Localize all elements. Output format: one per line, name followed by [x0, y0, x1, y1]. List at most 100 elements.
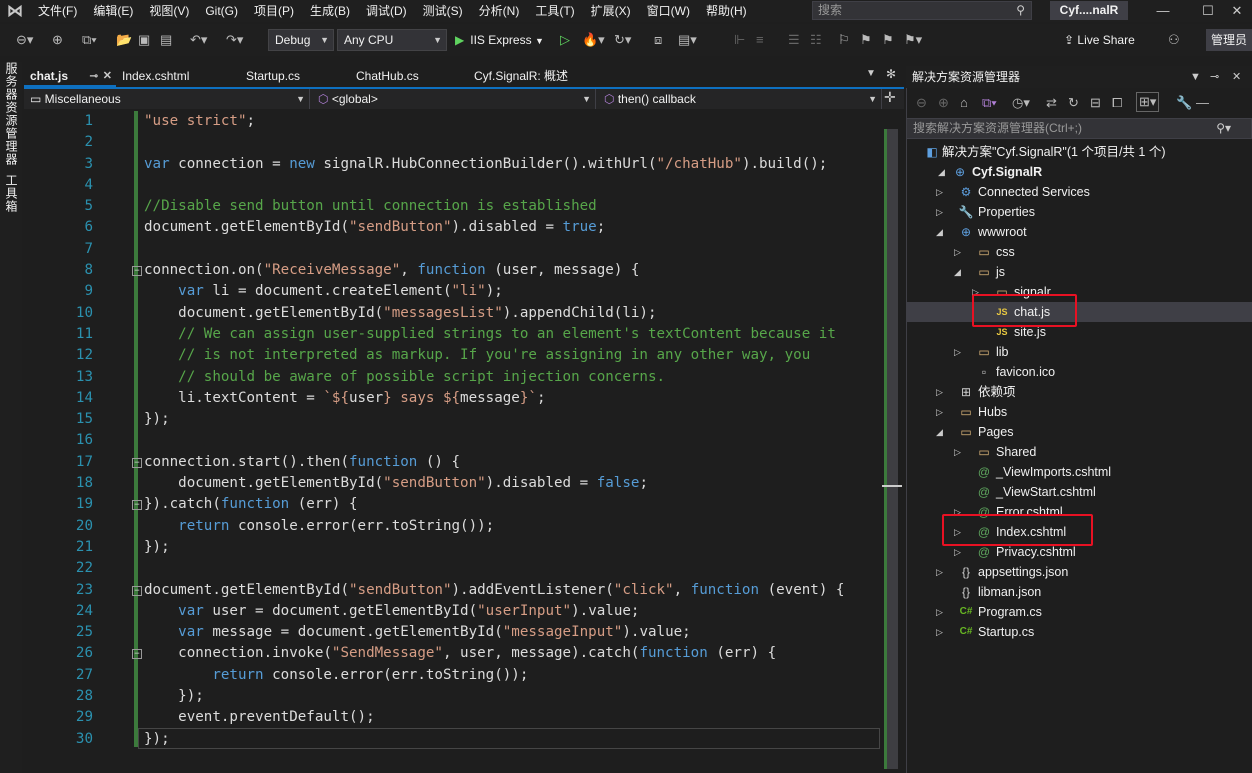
menu-edit[interactable]: 编辑(E): [85, 0, 141, 22]
next-bookmark-icon[interactable]: ⚑: [882, 31, 894, 49]
menu-build[interactable]: 生成(B): [302, 0, 358, 22]
properties-wrench-icon[interactable]: 🔧: [1176, 94, 1192, 112]
tree-node-appsettings[interactable]: ▷{} appsettings.json: [906, 562, 1252, 582]
navigate-back-icon[interactable]: ⊖▾: [16, 31, 33, 49]
tree-node-favicon[interactable]: ▫ favicon.ico: [906, 362, 1252, 382]
server-explorer-tab[interactable]: 服务器资源管理器: [3, 62, 20, 166]
toolbar-options-icon[interactable]: ▤▾: [678, 31, 697, 49]
collapsed-icon[interactable]: ▷: [954, 242, 966, 262]
collapse-icon[interactable]: −: [132, 457, 142, 468]
tab-chat-js[interactable]: chat.js ⊸ ✕: [24, 66, 116, 87]
collapsed-icon[interactable]: ▷: [936, 182, 948, 202]
tree-node-dependencies[interactable]: ▷ ⊞ 依赖项: [906, 382, 1252, 402]
tree-node-site-js[interactable]: JS site.js: [906, 322, 1252, 342]
close-icon[interactable]: ✕: [1222, 0, 1252, 22]
menu-search-input[interactable]: 搜索 ⚲: [812, 1, 1032, 20]
back-icon[interactable]: ⊖: [916, 94, 927, 112]
member-scope-dropdown[interactable]: ⬡ then() callback ▼: [598, 89, 882, 109]
tree-node-viewstart[interactable]: @ _ViewStart.cshtml: [906, 482, 1252, 502]
tree-node-css[interactable]: ▷ ▭ css: [906, 242, 1252, 262]
refresh-icon[interactable]: ↻: [1068, 94, 1079, 112]
switch-views-icon[interactable]: ⧉▾: [982, 94, 997, 112]
more-options-icon[interactable]: —: [1196, 94, 1209, 112]
collapse-icon[interactable]: −: [132, 266, 142, 277]
live-share-button[interactable]: ⇪ Live Share: [1064, 29, 1135, 51]
menu-view[interactable]: 视图(V): [141, 0, 197, 22]
platform-dropdown[interactable]: Any CPU ▼: [337, 29, 447, 51]
menu-help[interactable]: 帮助(H): [698, 0, 755, 22]
tab-chathub-cs[interactable]: ChatHub.cs: [350, 66, 468, 87]
preview-selected-icon[interactable]: ⊞▾: [1136, 92, 1160, 112]
forward-icon[interactable]: ⊕: [938, 94, 949, 112]
feedback-icon[interactable]: ⚇: [1168, 31, 1180, 49]
pin-icon[interactable]: ⊸: [1210, 66, 1219, 88]
tree-node-properties[interactable]: ▷ 🔧 Properties: [906, 202, 1252, 222]
tree-node-shared[interactable]: ▷ ▭ Shared: [906, 442, 1252, 462]
home-icon[interactable]: ⌂: [960, 94, 968, 112]
tree-node-project[interactable]: ◢ ⊕ Cyf.SignalR: [906, 162, 1252, 182]
maximize-icon[interactable]: ☐: [1193, 0, 1223, 22]
menu-debug[interactable]: 调试(D): [358, 0, 415, 22]
save-icon[interactable]: ▣: [138, 31, 150, 49]
pending-changes-icon[interactable]: ◷▾: [1012, 94, 1030, 112]
close-icon[interactable]: ✕: [1232, 66, 1241, 88]
tree-node-viewimports[interactable]: @ _ViewImports.cshtml: [906, 462, 1252, 482]
show-all-files-icon[interactable]: ⧠: [1112, 94, 1122, 112]
menu-file[interactable]: 文件(F): [30, 0, 85, 22]
visual-studio-logo-icon[interactable]: ⋈: [0, 0, 30, 22]
tree-node-lib[interactable]: ▷ ▭ lib: [906, 342, 1252, 362]
collapse-icon[interactable]: −: [132, 585, 142, 596]
menu-tools[interactable]: 工具(T): [527, 0, 582, 22]
admin-badge[interactable]: 管理员: [1206, 29, 1252, 51]
collapse-icon[interactable]: −: [132, 649, 142, 660]
tree-node-chat-js[interactable]: JS chat.js: [906, 302, 1252, 322]
refresh-icon[interactable]: ↻▾: [614, 31, 631, 49]
start-without-debugging-icon[interactable]: ▷: [560, 31, 570, 49]
collapsed-icon[interactable]: ▷: [936, 382, 948, 402]
undo-icon[interactable]: ↶▾: [190, 31, 207, 49]
editor-scrollbar[interactable]: [882, 109, 902, 773]
clear-bookmarks-icon[interactable]: ⚑▾: [904, 31, 922, 49]
open-file-icon[interactable]: 📂: [116, 31, 132, 49]
collapsed-icon[interactable]: ▷: [954, 442, 966, 462]
tree-node-startup[interactable]: ▷ C# Startup.cs: [906, 622, 1252, 642]
menu-project[interactable]: 项目(P): [246, 0, 302, 22]
configuration-dropdown[interactable]: Debug ▼: [268, 29, 334, 51]
close-icon[interactable]: ✕: [103, 66, 112, 87]
browser-link-icon[interactable]: ⧈: [654, 31, 662, 49]
redo-icon[interactable]: ↷▾: [226, 31, 243, 49]
collapse-icon[interactable]: −: [132, 500, 142, 511]
new-project-icon[interactable]: ⧉▾: [82, 31, 97, 49]
type-scope-dropdown[interactable]: ⬡ <global> ▼: [312, 89, 596, 109]
tree-node-pages[interactable]: ◢ ▭ Pages: [906, 422, 1252, 442]
toolbox-tab[interactable]: 工具箱: [3, 174, 20, 213]
solution-explorer-search[interactable]: 搜索解决方案资源管理器(Ctrl+;) ⚲▾: [906, 118, 1252, 139]
bookmark-icon[interactable]: ⚐: [838, 31, 850, 49]
project-scope-dropdown[interactable]: ▭ Miscellaneous ▼: [24, 89, 310, 109]
tab-project-overview[interactable]: Cyf.SignalR: 概述: [468, 66, 628, 87]
scrollbar-thumb[interactable]: [886, 129, 898, 769]
pin-icon[interactable]: ⊸: [90, 66, 98, 87]
expanded-icon[interactable]: ◢: [936, 222, 948, 242]
tree-node-signalr[interactable]: ▷ ▭ signalr: [906, 282, 1252, 302]
tree-node-program[interactable]: ▷ C# Program.cs: [906, 602, 1252, 622]
expanded-icon[interactable]: ◢: [936, 422, 948, 442]
breakpoint-icon[interactable]: ⊩: [734, 31, 745, 49]
collapsed-icon[interactable]: ▷: [936, 602, 948, 622]
collapsed-icon[interactable]: ▷: [954, 342, 966, 362]
menu-extensions[interactable]: 扩展(X): [583, 0, 639, 22]
outdent-icon[interactable]: ☷: [810, 31, 822, 49]
menu-analyze[interactable]: 分析(N): [471, 0, 528, 22]
run-iis-express-button[interactable]: ▶ IIS Express ▼: [455, 29, 544, 51]
menu-window[interactable]: 窗口(W): [639, 0, 698, 22]
tree-node-hubs[interactable]: ▷ ▭ Hubs: [906, 402, 1252, 422]
collapsed-icon[interactable]: ▷: [936, 622, 948, 642]
minimize-icon[interactable]: —: [1148, 0, 1178, 22]
prev-bookmark-icon[interactable]: ⚑: [860, 31, 872, 49]
collapsed-icon[interactable]: ▷: [936, 402, 948, 422]
comment-icon[interactable]: ≡: [756, 31, 764, 49]
tree-node-connected-services[interactable]: ▷ ⚙ Connected Services: [906, 182, 1252, 202]
save-all-icon[interactable]: ▤: [160, 31, 172, 49]
collapse-all-icon[interactable]: ⊟: [1090, 94, 1101, 112]
expanded-icon[interactable]: ◢: [954, 262, 966, 282]
